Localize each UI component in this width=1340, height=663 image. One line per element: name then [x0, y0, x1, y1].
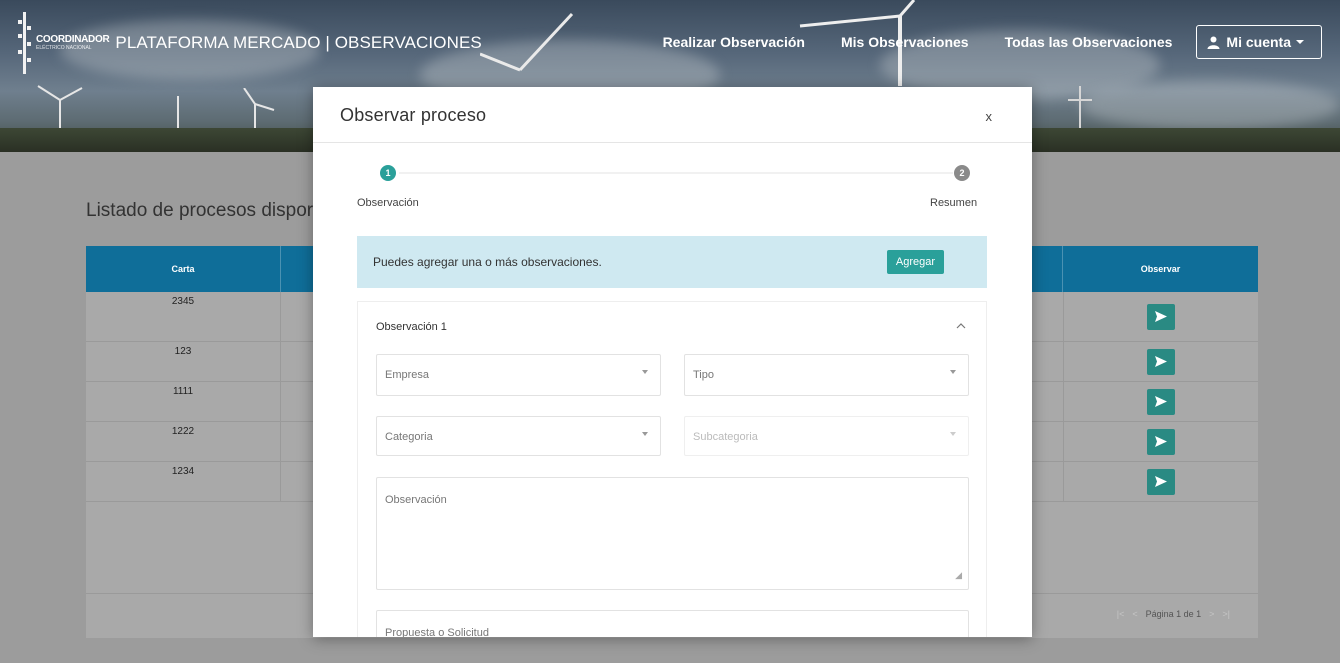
cell-carta: 1234: [86, 462, 281, 501]
send-icon: [1155, 356, 1167, 367]
observe-button[interactable]: [1147, 348, 1175, 375]
empresa-select[interactable]: Empresa: [376, 354, 661, 396]
user-icon: [1207, 36, 1220, 49]
resize-handle-icon[interactable]: ◢: [955, 570, 962, 581]
send-icon: [1155, 476, 1167, 487]
observacion-placeholder: Observación: [385, 494, 447, 506]
observe-button[interactable]: [1147, 303, 1175, 330]
propuesta-textarea[interactable]: Propuesta o Solicitud: [376, 610, 969, 637]
caret-down-icon: [642, 370, 648, 374]
step-2-label: Resumen: [930, 197, 978, 209]
page-indicator: Página 1 de 1: [1145, 609, 1202, 619]
categoria-placeholder: Categoria: [385, 431, 433, 443]
nav-todas-observaciones[interactable]: Todas las Observaciones: [1005, 34, 1173, 50]
pagination: |< < Página 1 de 1 > >|: [1117, 609, 1230, 619]
send-icon: [1155, 396, 1167, 407]
step-2-indicator[interactable]: 2: [954, 165, 970, 181]
next-page-button[interactable]: >: [1209, 609, 1214, 619]
account-label: Mi cuenta: [1226, 34, 1291, 50]
observe-process-modal: Observar proceso x 1 Observación 2 Resum…: [313, 87, 1032, 637]
prev-page-button[interactable]: <: [1132, 609, 1137, 619]
stepper-line: [399, 172, 953, 174]
nav-realizar-observacion[interactable]: Realizar Observación: [663, 34, 805, 50]
subcategoria-placeholder: Subcategoria: [693, 431, 758, 443]
cell-carta: 2345: [86, 292, 281, 341]
tipo-select[interactable]: Tipo: [684, 354, 969, 396]
send-icon: [1155, 436, 1167, 447]
chevron-up-icon[interactable]: [956, 322, 966, 330]
categoria-select[interactable]: Categoria: [376, 416, 661, 456]
page-title: Listado de procesos dispor: [86, 200, 314, 221]
logo-line1: COORDINADOR: [36, 34, 110, 45]
observe-button[interactable]: [1147, 388, 1175, 415]
send-icon: [1155, 311, 1167, 322]
app-title: PLATAFORMA MERCADO | OBSERVACIONES: [115, 33, 482, 52]
step-1-label: Observación: [357, 197, 419, 209]
caret-down-icon: [950, 370, 956, 374]
cell-carta: 1111: [86, 382, 281, 421]
empresa-placeholder: Empresa: [385, 369, 430, 381]
column-header-carta[interactable]: Carta: [86, 246, 281, 292]
propuesta-placeholder: Propuesta o Solicitud: [385, 627, 489, 637]
cell-carta: 1222: [86, 422, 281, 461]
observation-title: Observación 1: [376, 321, 447, 333]
info-alert: Puedes agregar una o más observaciones. …: [357, 236, 987, 288]
logo-icon: [18, 12, 32, 74]
main-nav: Realizar Observación Mis Observaciones T…: [663, 25, 1322, 59]
account-menu-button[interactable]: Mi cuenta: [1196, 25, 1322, 59]
info-text: Puedes agregar una o más observaciones.: [373, 255, 602, 269]
observe-button[interactable]: [1147, 468, 1175, 495]
logo-line2: ELÉCTRICO NACIONAL: [36, 45, 92, 51]
top-navbar: COORDINADOR ELÉCTRICO NACIONAL PLATAFORM…: [0, 0, 1340, 86]
caret-down-icon: [950, 432, 956, 436]
observe-button[interactable]: [1147, 428, 1175, 455]
chevron-down-icon: [1296, 40, 1304, 44]
observacion-textarea[interactable]: Observación ◢: [376, 477, 969, 590]
column-header-observar: Observar: [1140, 264, 1181, 274]
tipo-placeholder: Tipo: [693, 369, 714, 381]
subcategoria-select[interactable]: Subcategoria: [684, 416, 969, 456]
observation-card: Observación 1 Empresa Tipo Categoria Sub…: [357, 301, 987, 637]
add-observation-button[interactable]: Agregar: [886, 250, 944, 274]
step-1-indicator[interactable]: 1: [380, 165, 396, 181]
nav-mis-observaciones[interactable]: Mis Observaciones: [841, 34, 969, 50]
logo[interactable]: COORDINADOR ELÉCTRICO NACIONAL: [18, 12, 115, 74]
first-page-button[interactable]: |<: [1117, 609, 1125, 619]
last-page-button[interactable]: >|: [1222, 609, 1230, 619]
caret-down-icon: [642, 432, 648, 436]
cell-carta: 123: [86, 342, 281, 381]
